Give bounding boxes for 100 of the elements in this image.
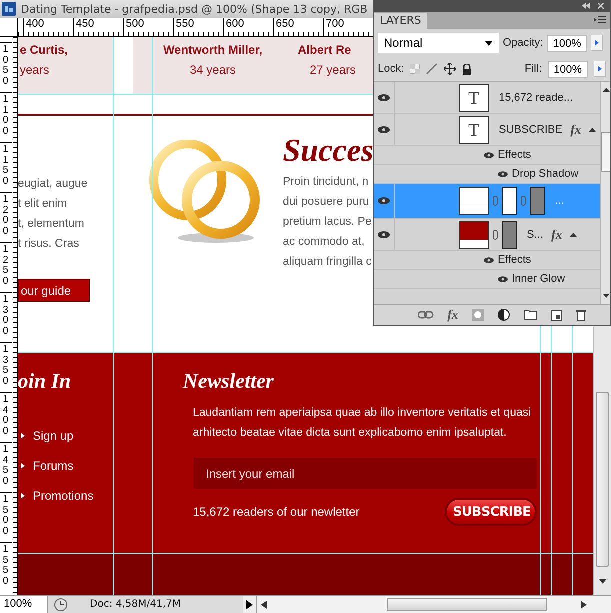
layer-row[interactable]: T SUBSCRIBE fx bbox=[374, 114, 600, 146]
shape-layer-thumbnail bbox=[459, 220, 489, 248]
section-heading: oin In bbox=[18, 368, 72, 394]
text-layer-thumbnail: T bbox=[459, 84, 489, 112]
ruler-label: 450 bbox=[73, 18, 123, 32]
scroll-thumb[interactable] bbox=[601, 132, 610, 172]
vertical-scrollbar[interactable] bbox=[593, 327, 611, 595]
close-icon[interactable] bbox=[598, 3, 604, 9]
effects-label: Effects bbox=[498, 149, 532, 161]
layer-row[interactable]: S... fx bbox=[374, 219, 600, 251]
eye-icon[interactable] bbox=[378, 126, 390, 134]
app-logo-icon bbox=[2, 2, 16, 16]
brush-icon[interactable] bbox=[426, 63, 438, 75]
blend-mode-dropdown[interactable]: Normal bbox=[378, 33, 499, 53]
scroll-thumb[interactable] bbox=[387, 598, 547, 611]
caret-up-icon[interactable] bbox=[589, 128, 596, 132]
profile-age: 34 years bbox=[190, 63, 236, 77]
ruler-label: 1400 bbox=[0, 392, 12, 442]
lock-icon[interactable] bbox=[462, 64, 472, 74]
play-icon[interactable] bbox=[243, 596, 256, 613]
ruler-label: 1200 bbox=[0, 192, 12, 242]
ruler-label: 600 bbox=[223, 18, 273, 32]
scroll-left-icon[interactable] bbox=[261, 600, 267, 608]
footer-link[interactable]: Promotions bbox=[33, 489, 94, 503]
move-icon[interactable] bbox=[444, 63, 456, 75]
ruler-label: 1300 bbox=[0, 292, 12, 342]
layer-name: SUBSCRIBE bbox=[499, 124, 563, 136]
section-heading: Newsletter bbox=[183, 368, 275, 394]
guide-button[interactable]: our guide bbox=[18, 279, 90, 302]
eye-icon[interactable] bbox=[378, 197, 390, 205]
horizontal-scrollbar[interactable] bbox=[256, 596, 611, 613]
collapse-icon[interactable] bbox=[582, 3, 590, 9]
subscribe-button[interactable]: SUBSCRIBE bbox=[445, 498, 537, 526]
scroll-right-icon[interactable] bbox=[581, 600, 587, 608]
panel-menu-icon[interactable] bbox=[594, 16, 606, 24]
chain-icon bbox=[521, 196, 526, 206]
scroll-down-icon[interactable] bbox=[603, 294, 610, 298]
effect-name[interactable]: Inner Glow bbox=[512, 273, 566, 285]
caret-up-icon[interactable] bbox=[570, 232, 578, 236]
bullet-icon bbox=[21, 463, 25, 469]
scroll-down-icon[interactable] bbox=[598, 579, 606, 584]
layers-scrollbar[interactable] bbox=[600, 82, 610, 304]
layer-name: 15,672 reade... bbox=[499, 92, 574, 104]
eye-icon[interactable] bbox=[378, 94, 390, 102]
fill-field[interactable]: 100% bbox=[548, 60, 588, 78]
slider-arrow-icon[interactable] bbox=[591, 35, 604, 51]
mask-thumbnail bbox=[530, 187, 545, 215]
new-layer-icon[interactable] bbox=[551, 310, 562, 320]
body-text-line: Proin tincidunt, n bbox=[283, 175, 370, 190]
eye-icon[interactable] bbox=[484, 152, 494, 158]
profile-name: e Curtis, bbox=[20, 43, 68, 57]
chain-icon bbox=[493, 230, 498, 240]
slider-arrow-icon[interactable] bbox=[594, 61, 606, 77]
ruler-label: 1450 bbox=[0, 442, 12, 492]
timer-icon[interactable] bbox=[54, 598, 68, 612]
fx-label: fx bbox=[552, 226, 562, 242]
trash-icon[interactable] bbox=[576, 309, 586, 321]
body-text-line: t, elementum bbox=[18, 217, 86, 232]
ruler-label: 1500 bbox=[0, 492, 12, 542]
eye-icon[interactable] bbox=[484, 256, 494, 264]
layer-name: ... bbox=[555, 195, 564, 207]
mask-thumbnail bbox=[502, 220, 517, 248]
body-text-line: eugiat, augue bbox=[18, 177, 89, 192]
effect-name[interactable]: Drop Shadow bbox=[512, 168, 579, 180]
ruler-label: 1150 bbox=[0, 142, 12, 192]
bullet-icon bbox=[21, 493, 25, 499]
ruler-label: 550 bbox=[173, 18, 223, 32]
folder-icon[interactable] bbox=[524, 310, 538, 320]
document-size: Doc: 4,58M/41,7M bbox=[90, 599, 182, 610]
half-circle-icon[interactable] bbox=[498, 309, 510, 321]
fx-label: fx bbox=[570, 122, 582, 138]
profile-age: 27 years bbox=[309, 63, 356, 77]
body-text-line: t risus. Cras bbox=[18, 237, 80, 252]
zoom-level[interactable]: 100% bbox=[0, 596, 48, 613]
scroll-thumb[interactable] bbox=[596, 392, 609, 567]
footer-link[interactable]: Sign up bbox=[33, 429, 74, 443]
footer-link[interactable]: Forums bbox=[33, 459, 74, 473]
layers-tab[interactable]: LAYERS bbox=[374, 13, 428, 29]
layer-style-button[interactable]: fx bbox=[448, 307, 458, 323]
newsletter-text: Laudantiam rem aperiaipsa quae ab illo inventore veritatis et quasi arhitecto beatae vitae dicta sunt explicabomo enim ipsaluptat. bbox=[193, 406, 532, 441]
section-heading: Succes bbox=[283, 132, 374, 168]
email-field[interactable]: Insert your email bbox=[194, 458, 537, 489]
lock-label: Lock: bbox=[378, 63, 404, 75]
chain-icon bbox=[493, 196, 498, 206]
eye-icon[interactable] bbox=[378, 230, 390, 238]
eye-icon[interactable] bbox=[498, 276, 508, 282]
profile-age: years bbox=[20, 63, 50, 77]
opacity-field[interactable]: 100% bbox=[547, 34, 588, 52]
fill-label: Fill: bbox=[524, 63, 542, 75]
window-title: Dating Template - grafpedia.psd @ 100% (Shape 13 copy, RGB bbox=[21, 2, 368, 16]
profile-name: Albert Re bbox=[298, 43, 352, 57]
layer-thumbnail bbox=[459, 187, 489, 215]
ruler-label: 1050 bbox=[0, 42, 12, 92]
eye-icon[interactable] bbox=[498, 170, 508, 178]
scroll-up-icon[interactable] bbox=[603, 88, 610, 92]
profile-name: Wentworth Miller, bbox=[163, 43, 263, 57]
ruler-origin[interactable] bbox=[0, 18, 18, 37]
layer-row[interactable]: T 15,672 reade... bbox=[374, 82, 600, 114]
effects-label: Effects bbox=[498, 254, 532, 266]
link-icon[interactable] bbox=[418, 311, 434, 319]
